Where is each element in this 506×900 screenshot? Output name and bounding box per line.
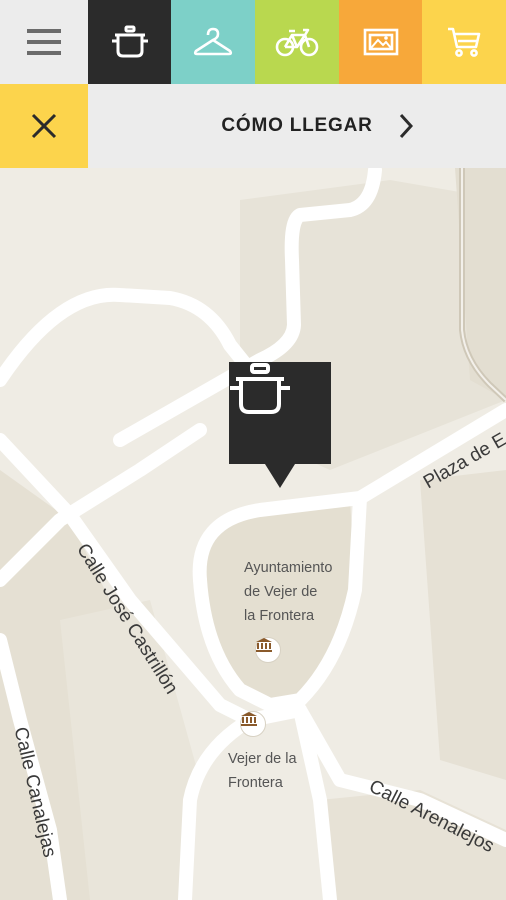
- cooking-pot-icon: [230, 363, 290, 414]
- tab-bike[interactable]: [255, 0, 339, 84]
- action-bar: CÓMO LLEGAR: [0, 84, 506, 168]
- museum-icon[interactable]: [255, 637, 281, 663]
- directions-button[interactable]: CÓMO LLEGAR: [88, 84, 506, 168]
- hamburger-icon: [27, 29, 61, 55]
- close-button[interactable]: [0, 84, 88, 168]
- map-view[interactable]: Plaza de E Calle José Castrillón Calle C…: [0, 168, 506, 900]
- poi-label-ayuntamiento: Ayuntamiento de Vejer de la Frontera: [244, 560, 333, 624]
- menu-button[interactable]: [0, 0, 88, 84]
- tab-food[interactable]: [88, 0, 171, 84]
- cooking-pot-icon: [111, 25, 148, 58]
- picture-icon: [363, 28, 398, 56]
- bicycle-icon: [275, 28, 319, 57]
- tab-gallery[interactable]: [339, 0, 422, 84]
- close-icon: [31, 113, 57, 139]
- directions-label: CÓMO LLEGAR: [221, 115, 373, 136]
- chevron-right-icon: [399, 113, 413, 139]
- map-marker-tail: [265, 464, 295, 488]
- map-marker[interactable]: [229, 362, 331, 464]
- category-toolbar: [0, 0, 506, 84]
- tab-fashion[interactable]: [171, 0, 255, 84]
- shopping-cart-icon: [448, 27, 481, 57]
- tab-cart[interactable]: [422, 0, 506, 84]
- landmark-icon[interactable]: [240, 711, 266, 737]
- clothes-hanger-icon: [193, 27, 233, 56]
- poi-label-vejer: Vejer de la Frontera: [228, 751, 297, 791]
